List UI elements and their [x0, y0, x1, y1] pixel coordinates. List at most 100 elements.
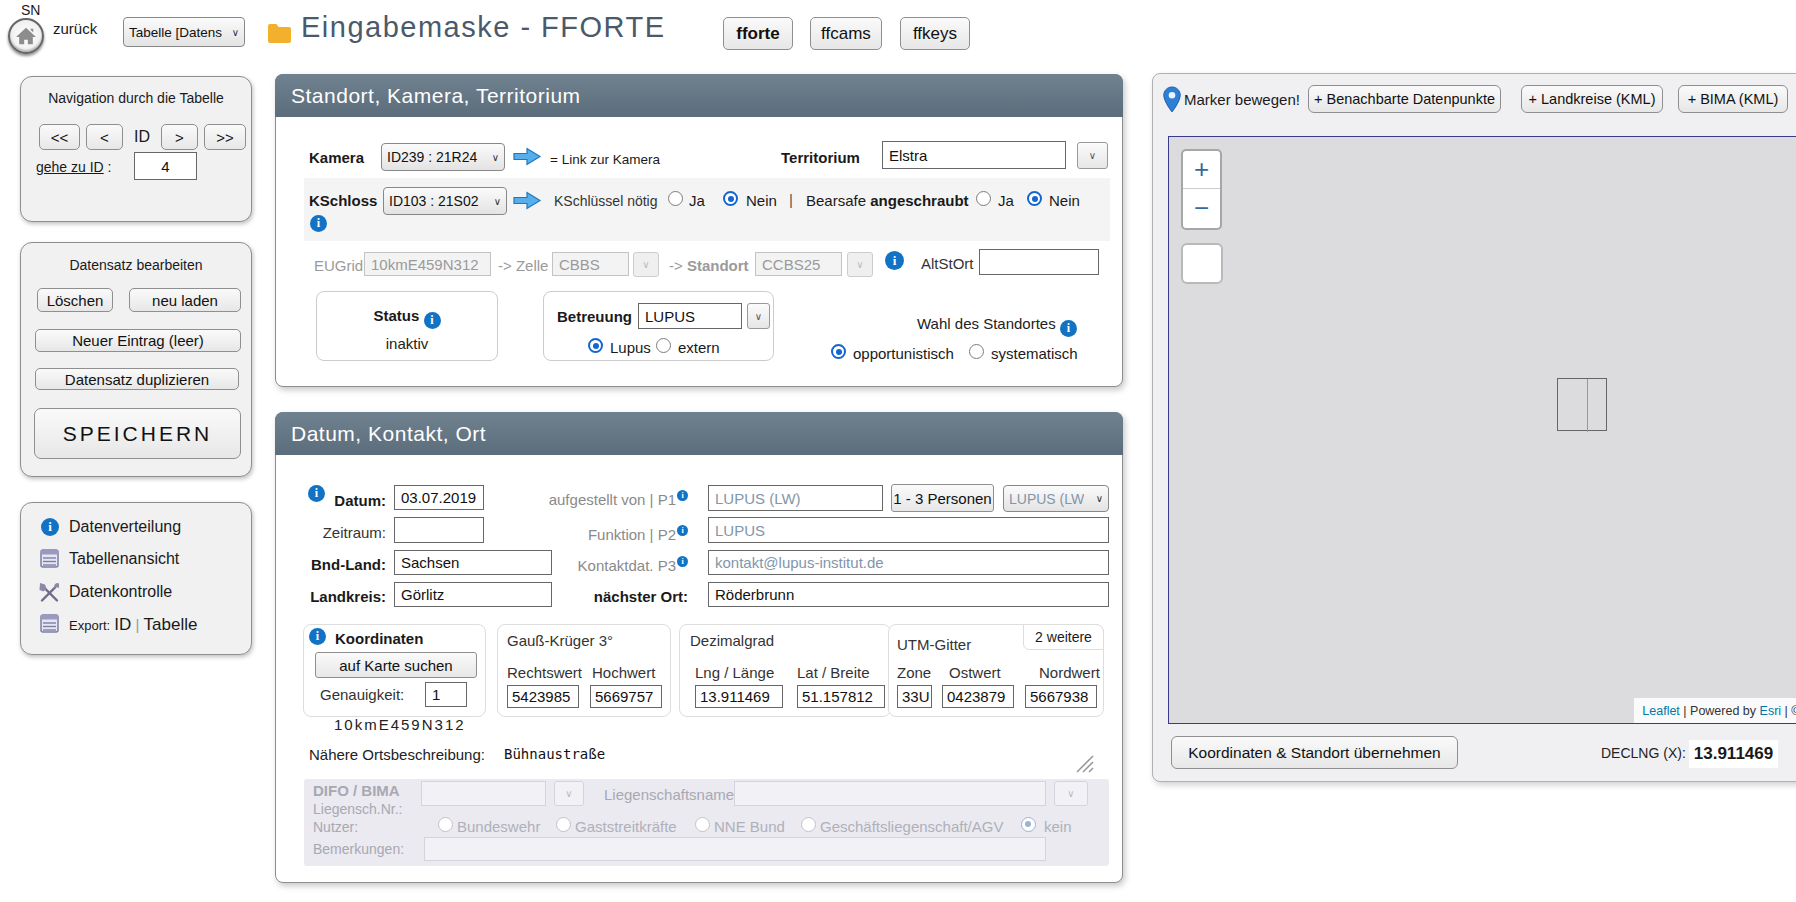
datum-input[interactable]: 03.07.2019: [394, 485, 484, 510]
kamera-select[interactable]: ID239 : 21R24∨: [381, 143, 505, 171]
nutzer-geschaeft-radio: [801, 817, 816, 832]
panel-datum-header: Datum, Kontakt, Ort: [275, 412, 1123, 455]
edit-box: Datensatz bearbeiten Löschen neu laden N…: [20, 242, 252, 477]
nutzer-label: Nutzer:: [313, 819, 358, 835]
nutzer-nne-radio: [695, 817, 710, 832]
chevron-down-icon: ∨: [492, 152, 499, 163]
resize-handle[interactable]: [1073, 752, 1094, 773]
systematisch-radio[interactable]: [969, 344, 984, 359]
kschloss-select[interactable]: ID103 : 21S02∨: [383, 187, 507, 215]
opportunistisch-radio[interactable]: [831, 344, 846, 359]
kschluessel-nein-radio[interactable]: [723, 191, 738, 206]
next-record-button[interactable]: >: [161, 124, 198, 150]
app-tab-ffkeys[interactable]: ffkeys: [900, 17, 970, 50]
home-icon[interactable]: [8, 18, 44, 54]
map-canvas[interactable]: + − Leaflet | Powered by Esri | © C: [1168, 136, 1796, 724]
lng-label: Lng / Länge: [695, 664, 774, 681]
betreuung-extern-label: extern: [678, 339, 720, 356]
info-icon[interactable]: i: [310, 215, 327, 232]
map-extra-button[interactable]: [1181, 243, 1223, 284]
esri-link[interactable]: Esri: [1760, 704, 1782, 718]
app-tab-ffcams[interactable]: ffcams: [810, 17, 882, 50]
betreuung-lupus-radio[interactable]: [588, 338, 603, 353]
prev-record-button[interactable]: <: [86, 124, 123, 150]
link-datenverteilung[interactable]: Datenverteilung: [69, 518, 181, 536]
declng-value: 13.911469: [1689, 740, 1778, 768]
zone-input[interactable]: 33U: [897, 685, 932, 708]
save-button[interactable]: SPEICHERN: [34, 408, 241, 459]
new-entry-button[interactable]: Neuer Eintrag (leer): [35, 329, 241, 352]
bima-button[interactable]: + BIMA (KML): [1678, 85, 1788, 113]
back-link[interactable]: zurück: [53, 20, 97, 37]
app-tab-fforte[interactable]: fforte: [723, 17, 793, 50]
bearsafe-nein-radio[interactable]: [1027, 191, 1042, 206]
nutzer-geschaeft-label: Geschäftsliegenschaft/AGV: [820, 818, 1003, 835]
betreuung-dropdown-button[interactable]: ∨: [747, 303, 770, 329]
dez-title: Dezimalgrad: [690, 632, 774, 649]
first-record-button[interactable]: <<: [39, 124, 80, 150]
kschloss-label: KSchloss: [309, 192, 377, 209]
info-icon[interactable]: i: [424, 312, 441, 329]
marker-pin-icon: [1162, 86, 1182, 113]
info-icon[interactable]: i: [309, 628, 326, 645]
info-icon[interactable]: i: [677, 525, 688, 536]
territorium-dropdown-button[interactable]: ∨: [1077, 142, 1108, 169]
betreuung-extern-radio[interactable]: [656, 338, 671, 353]
export-label: Export:: [69, 618, 110, 633]
nordwert-input[interactable]: 5667938: [1025, 685, 1097, 708]
last-record-button[interactable]: >>: [204, 124, 246, 150]
altstort-input[interactable]: [979, 249, 1099, 275]
lat-input[interactable]: 51.157812: [797, 685, 885, 708]
folder-icon: [267, 23, 292, 47]
nutzer-kein-label: kein: [1044, 818, 1072, 835]
rechtswert-input[interactable]: 5423985: [507, 685, 579, 708]
p3-input[interactable]: kontakt@lupus-institut.de: [708, 550, 1109, 575]
systematisch-label: systematisch: [991, 345, 1078, 362]
separator: |: [789, 191, 793, 208]
p1-input[interactable]: LUPUS (LW): [708, 485, 883, 511]
table-select[interactable]: Tabelle [Datens∨: [123, 17, 245, 47]
zoom-in-button[interactable]: +: [1183, 151, 1220, 189]
reload-button[interactable]: neu laden: [129, 288, 241, 312]
duplicate-button[interactable]: Datensatz duplizieren: [35, 368, 239, 390]
landkreis-label: Landkreis:: [276, 588, 386, 605]
territorium-input[interactable]: Elstra: [882, 141, 1066, 169]
apply-coordinates-button[interactable]: Koordinaten & Standort übernehmen: [1171, 736, 1458, 769]
info-icon[interactable]: i: [677, 556, 688, 567]
ostwert-input[interactable]: 0423879: [942, 685, 1014, 708]
datum-label: Datum:: [276, 492, 386, 509]
personen-button[interactable]: 1 - 3 Personen: [891, 484, 994, 512]
landkreise-button[interactable]: + Landkreise (KML): [1521, 85, 1663, 113]
genauigkeit-input[interactable]: 1: [425, 682, 467, 707]
info-icon[interactable]: i: [1060, 320, 1077, 337]
status-title: Status i: [317, 307, 497, 329]
utm-more-button[interactable]: 2 weitere: [1023, 624, 1104, 650]
link-datenkontrolle[interactable]: Datenkontrolle: [69, 583, 172, 601]
kschluessel-ja-radio[interactable]: [668, 191, 683, 206]
hochwert-input[interactable]: 5669757: [590, 685, 662, 708]
karte-suchen-button[interactable]: auf Karte suchen: [315, 652, 477, 678]
goto-id-label: gehe zu ID :: [36, 159, 112, 175]
leaflet-link[interactable]: Leaflet: [1642, 704, 1680, 718]
eugrid-label: EUGrid: [314, 257, 363, 274]
delete-button[interactable]: Löschen: [37, 288, 113, 312]
export-table-link[interactable]: Tabelle: [144, 615, 198, 634]
betreuung-input[interactable]: LUPUS: [638, 303, 742, 329]
export-id-link[interactable]: ID: [114, 615, 131, 634]
goto-id-input[interactable]: 4: [134, 152, 197, 180]
beschreibung-textarea[interactable]: Bühnaustraße: [501, 743, 1093, 774]
p3-label: Kontaktdat. P3i: [526, 556, 688, 574]
info-icon[interactable]: i: [885, 251, 904, 270]
link-tabellenansicht[interactable]: Tabellenansicht: [69, 550, 179, 568]
difo-title: DIFO / BIMA: [313, 782, 400, 799]
p1-select[interactable]: LUPUS (LW∨: [1003, 485, 1109, 512]
info-icon[interactable]: i: [677, 490, 688, 501]
zoom-out-button[interactable]: −: [1183, 189, 1220, 227]
ort-input[interactable]: Röderbrunn: [708, 582, 1109, 607]
goto-id-link[interactable]: gehe zu ID: [36, 159, 104, 175]
zeitraum-input[interactable]: [394, 517, 484, 543]
benachbarte-button[interactable]: + Benachbarte Datenpunkte: [1308, 85, 1501, 113]
bearsafe-ja-radio[interactable]: [976, 191, 991, 206]
p2-input[interactable]: LUPUS: [708, 517, 1109, 543]
lng-input[interactable]: 13.911469: [695, 685, 783, 708]
